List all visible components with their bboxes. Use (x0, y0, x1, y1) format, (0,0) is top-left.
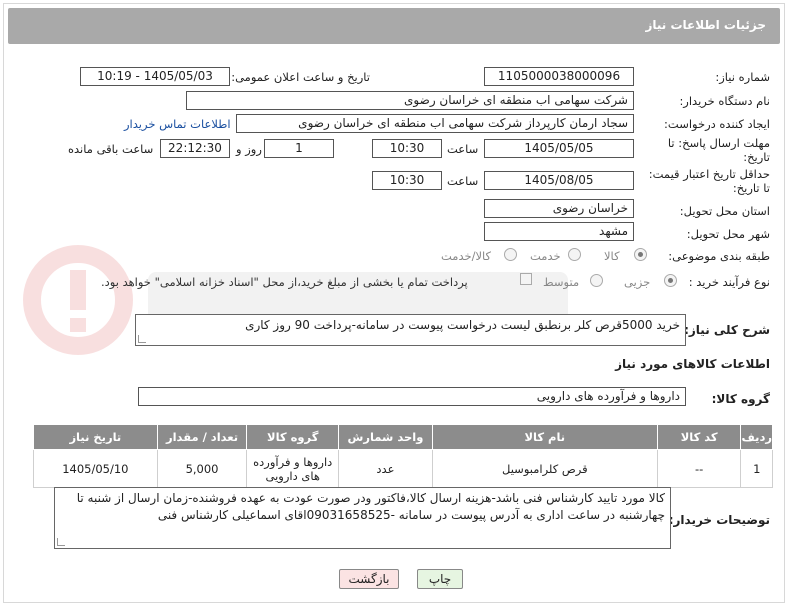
page-title: جزئیات اطلاعات نیاز (645, 18, 766, 32)
need-number-label: شماره نیاز: (715, 70, 770, 84)
remaining-label: ساعت باقی مانده (68, 142, 154, 156)
treasury-checkbox[interactable] (520, 273, 532, 285)
city-field: مشهد (484, 222, 634, 241)
goods-table: ردیف کد کالا نام کالا واحد شمارش گروه کا… (33, 424, 773, 488)
announce-field: 1405/05/03 - 10:19 (80, 67, 230, 86)
price-date-field: 1405/08/05 (484, 171, 634, 190)
cell-qty: 5,000 (156, 449, 248, 488)
col-qty-header: تعداد / مقدار (156, 424, 248, 450)
days-field: 1 (264, 139, 334, 158)
col-name-header: نام کالا (431, 424, 658, 450)
category-option-service: خدمت (530, 249, 561, 263)
process-radio-minor[interactable] (664, 274, 677, 287)
page-header: جزئیات اطلاعات نیاز (8, 8, 780, 44)
reply-deadline-label: مهلت ارسال پاسخ: تا تاریخ: (667, 136, 770, 164)
province-field: خراسان رضوی (484, 199, 634, 218)
goods-section-title: اطلاعات کالاهای مورد نیاز (615, 357, 770, 371)
col-row-header: ردیف (740, 424, 773, 450)
table-header-row: ردیف کد کالا نام کالا واحد شمارش گروه کا… (33, 424, 773, 450)
buyer-notes-textarea[interactable]: کالا مورد تایید کارشناس فنی باشد-هزینه ا… (54, 487, 671, 549)
announce-label: تاریخ و ساعت اعلان عمومی: (231, 70, 370, 84)
province-label: استان محل تحویل: (679, 204, 770, 218)
cell-group: داروها و فرآورده های دارویی (246, 449, 340, 488)
buyer-contact-link[interactable]: اطلاعات تماس خریدار (124, 117, 231, 131)
process-radio-medium[interactable] (590, 274, 603, 287)
cell-unit: عدد (338, 449, 433, 488)
print-button[interactable]: چاپ (417, 569, 463, 589)
creator-label: ایجاد کننده درخواست: (664, 117, 770, 131)
days-label: روز و (236, 142, 262, 156)
payment-note: پرداخت تمام یا بخشی از مبلغ خرید،از محل … (101, 275, 468, 289)
cell-name: قرص کلرامبوسیل (431, 449, 658, 488)
description-textarea[interactable]: خرید 5000قرص کلر برنطبق لیست درخواست پیو… (135, 314, 686, 346)
price-time-field: 10:30 (372, 171, 442, 190)
price-valid-label: حداقل تاریخ اعتبار قیمت: تا تاریخ: (648, 167, 770, 195)
remaining-time-field: 22:12:30 (160, 139, 230, 158)
cell-code: -- (656, 449, 742, 488)
goods-group-field: داروها و فرآورده های دارویی (138, 387, 686, 406)
resize-grip-icon[interactable] (138, 335, 146, 343)
city-label: شهر محل تحویل: (686, 227, 770, 241)
description-text: خرید 5000قرص کلر برنطبق لیست درخواست پیو… (245, 318, 680, 332)
col-date-header: تاریخ نیاز (33, 424, 158, 450)
goods-group-label: گروه کالا: (711, 392, 770, 406)
table-row: 1 -- قرص کلرامبوسیل عدد داروها و فرآورده… (33, 449, 773, 488)
buyer-notes-text: کالا مورد تایید کارشناس فنی باشد-هزینه ا… (76, 491, 665, 522)
back-button[interactable]: بازگشت (339, 569, 399, 589)
buyer-org-label: نام دستگاه خریدار: (679, 94, 770, 108)
cell-row: 1 (740, 449, 773, 488)
reply-date-field: 1405/05/05 (484, 139, 634, 158)
category-option-goods: کالا (604, 249, 620, 263)
resize-grip-icon[interactable] (57, 538, 65, 546)
process-option-minor: جزیی (624, 275, 651, 289)
col-group-header: گروه کالا (246, 424, 340, 450)
category-radio-goods[interactable] (634, 248, 647, 261)
need-number-field: 1105000038000096 (484, 67, 634, 86)
reply-time-field: 10:30 (372, 139, 442, 158)
cell-date: 1405/05/10 (33, 449, 158, 488)
buyer-notes-label: توضیحات خریدار: (668, 513, 770, 527)
buyer-org-field: شرکت سهامی اب منطقه ای خراسان رضوی (186, 91, 634, 110)
reply-time-label: ساعت (447, 142, 479, 156)
category-option-both: کالا/خدمت (441, 249, 492, 263)
process-label: نوع فرآیند خرید : (688, 275, 770, 289)
col-code-header: کد کالا (656, 424, 742, 450)
col-unit-header: واحد شمارش (338, 424, 433, 450)
category-label: طبقه بندی موضوعی: (668, 249, 770, 263)
process-option-medium: متوسط (543, 275, 580, 289)
description-label: شرح کلی نیاز: (684, 323, 770, 337)
creator-field: سجاد ارمان کارپرداز شرکت سهامی اب منطقه … (236, 114, 634, 133)
category-radio-both[interactable] (504, 248, 517, 261)
category-radio-service[interactable] (568, 248, 581, 261)
price-time-label: ساعت (447, 174, 479, 188)
